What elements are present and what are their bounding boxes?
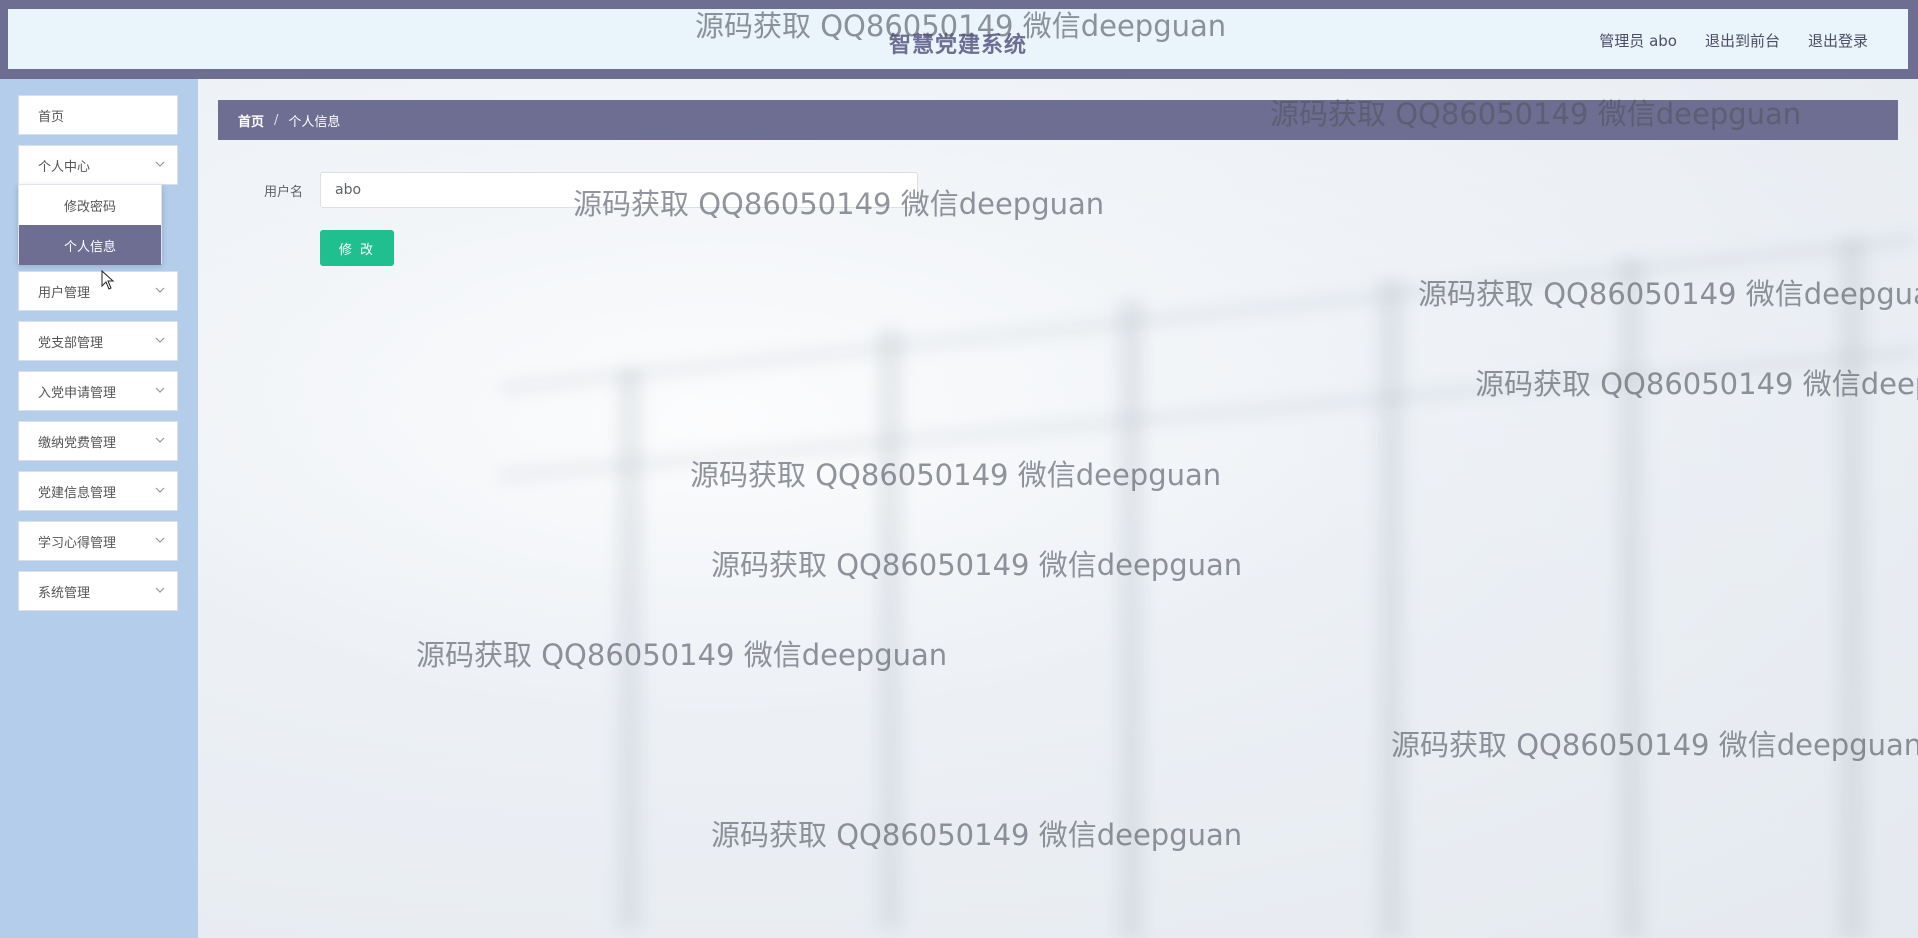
background-post xyxy=(1618,259,1644,938)
breadcrumb: 首页 / 个人信息 xyxy=(218,100,1898,140)
breadcrumb-home[interactable]: 首页 xyxy=(238,111,264,130)
sidebar-item-home[interactable]: 首页 xyxy=(18,95,178,135)
sidebar-item-label: 党建信息管理 xyxy=(38,485,117,501)
sidebar-item-label: 用户管理 xyxy=(38,285,91,301)
sidebar-item-label: 缴纳党费管理 xyxy=(38,435,117,451)
submenu-item-change-password[interactable]: 修改密码 xyxy=(19,185,161,225)
chevron-down-icon xyxy=(155,537,165,543)
background-post xyxy=(1838,239,1866,938)
sidebar-item-party-branch[interactable]: 党支部管理 xyxy=(18,321,178,361)
sidebar-item-label: 入党申请管理 xyxy=(38,385,117,401)
submenu-item-personal-info[interactable]: 个人信息 xyxy=(19,225,161,265)
sidebar-item-study-notes[interactable]: 学习心得管理 xyxy=(18,521,178,561)
app-page: 智慧党建系统 管理员 abo 退出到前台 退出登录 首页 个人中心 用户管理 党… xyxy=(0,0,1918,938)
header-panel: 智慧党建系统 管理员 abo 退出到前台 退出登录 xyxy=(8,9,1908,69)
breadcrumb-current: 个人信息 xyxy=(288,114,341,130)
sidebar-item-party-application[interactable]: 入党申请管理 xyxy=(18,371,178,411)
top-header: 智慧党建系统 管理员 abo 退出到前台 退出登录 xyxy=(0,0,1918,79)
username-label: 用户名 xyxy=(264,185,304,200)
chevron-down-icon xyxy=(155,437,165,443)
background-post xyxy=(1378,279,1404,938)
logout-link[interactable]: 退出登录 xyxy=(1808,30,1868,51)
chevron-down-icon xyxy=(155,337,165,343)
exit-to-front-link[interactable]: 退出到前台 xyxy=(1705,30,1780,51)
personal-center-submenu: 修改密码 个人信息 xyxy=(18,184,162,265)
mouse-cursor-icon xyxy=(101,270,115,290)
sidebar-item-party-info[interactable]: 党建信息管理 xyxy=(18,471,178,511)
chevron-down-icon xyxy=(155,387,165,393)
username-input[interactable] xyxy=(320,172,918,208)
sidebar-item-label: 学习心得管理 xyxy=(38,535,117,551)
sidebar-item-user-management[interactable]: 用户管理 xyxy=(18,271,178,311)
main-content: 首页 / 个人信息 用户名 修 改 xyxy=(198,79,1918,938)
background-post xyxy=(878,329,902,929)
header-links: 管理员 abo 退出到前台 退出登录 xyxy=(1599,30,1868,51)
background-post xyxy=(1118,299,1144,938)
sidebar-item-personal-center[interactable]: 个人中心 xyxy=(18,145,178,185)
sidebar-item-label: 党支部管理 xyxy=(38,335,104,351)
sidebar-item-system[interactable]: 系统管理 xyxy=(18,571,178,611)
breadcrumb-separator: / xyxy=(274,112,279,128)
chevron-down-icon xyxy=(155,487,165,493)
chevron-down-icon xyxy=(155,161,165,167)
sidebar-item-party-dues[interactable]: 缴纳党费管理 xyxy=(18,421,178,461)
sidebar-item-label: 系统管理 xyxy=(38,585,91,601)
admin-user-label: 管理员 abo xyxy=(1599,32,1677,50)
chevron-down-icon xyxy=(155,287,165,293)
sidebar-item-label: 首页 xyxy=(38,109,65,125)
chevron-down-icon xyxy=(155,587,165,593)
background-post xyxy=(618,369,642,929)
submit-button[interactable]: 修 改 xyxy=(320,230,394,266)
sidebar-item-label: 个人中心 xyxy=(38,159,91,175)
